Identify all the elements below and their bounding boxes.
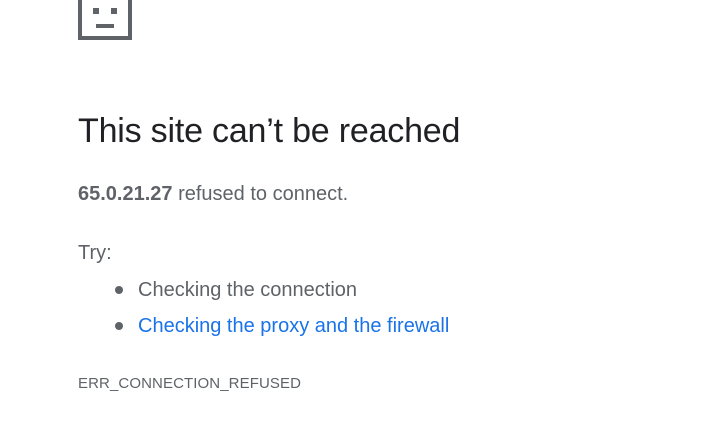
suggestions-list: Checking the connection Checking the pro… (78, 276, 449, 348)
host-address: 65.0.21.27 (78, 183, 173, 205)
error-code: ERR_CONNECTION_REFUSED (78, 375, 302, 392)
error-summary-text: refused to connect. (172, 183, 349, 205)
suggestion-label: Checking the connection (138, 279, 358, 301)
suggestion-check-proxy-firewall: Checking the proxy and the firewall (78, 312, 449, 348)
try-label: Try: (78, 242, 112, 264)
bullet-icon (115, 322, 123, 330)
sad-page-icon (78, 0, 132, 40)
bullet-icon (115, 286, 123, 294)
page-title: This site can’t be reached (78, 112, 461, 150)
suggestion-check-connection: Checking the connection (78, 276, 449, 312)
proxy-firewall-link[interactable]: Checking the proxy and the firewall (138, 315, 449, 337)
error-summary: 65.0.21.27 refused to connect. (78, 183, 348, 206)
